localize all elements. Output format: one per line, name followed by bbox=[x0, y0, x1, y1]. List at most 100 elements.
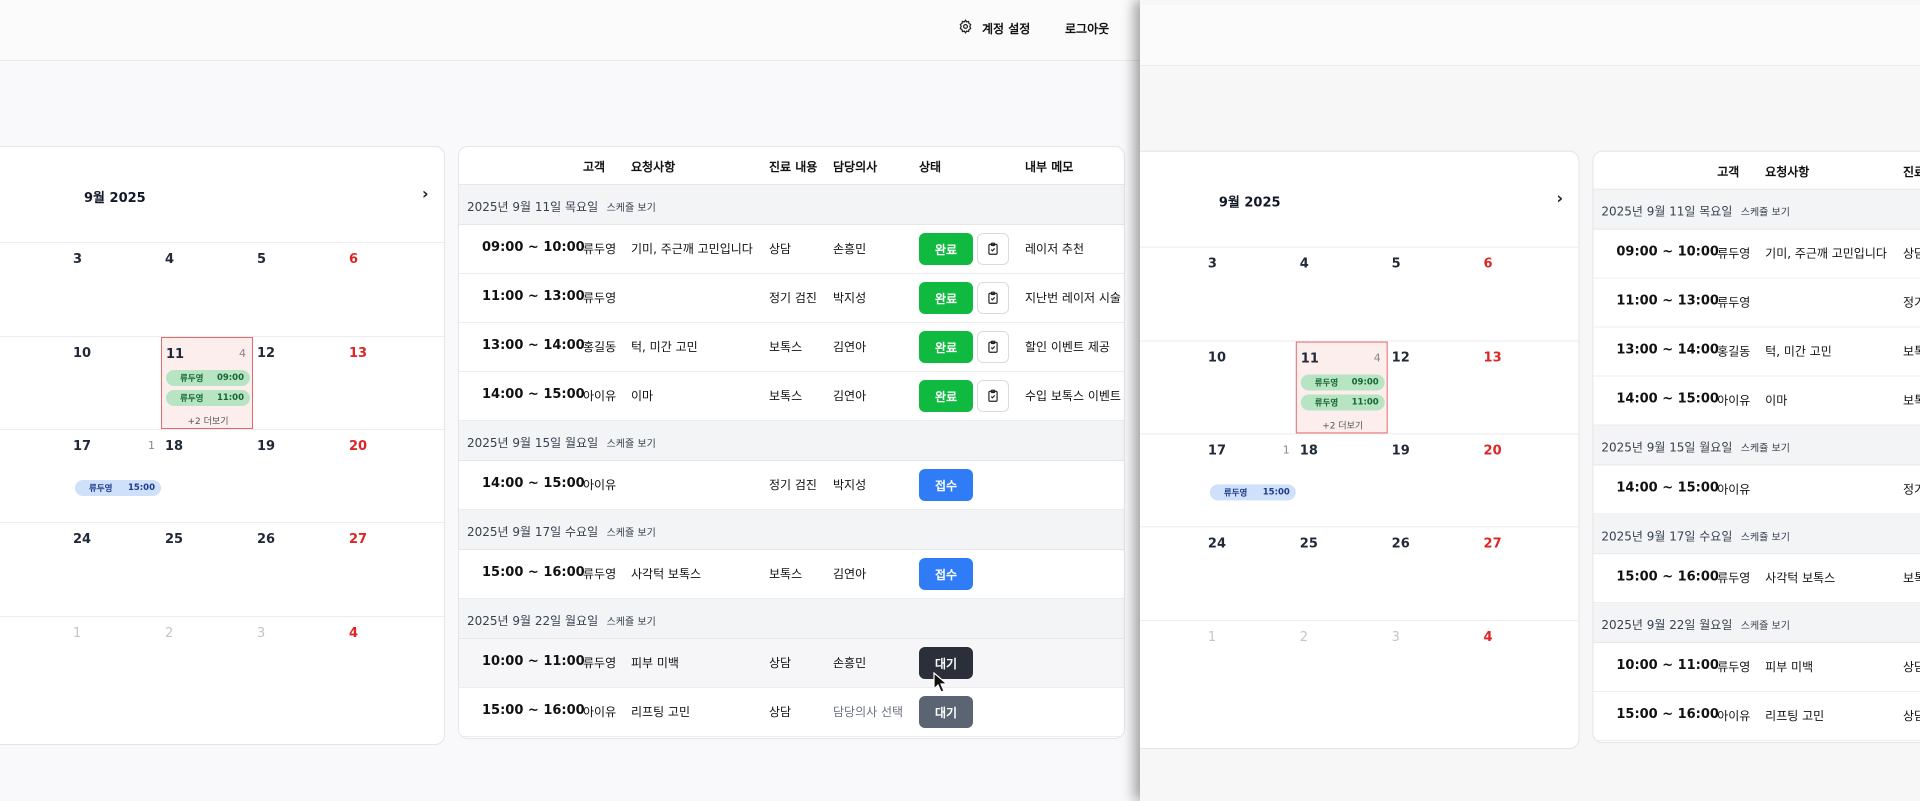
clipboard-icon[interactable] bbox=[977, 331, 1009, 363]
appointment-time: 15:00 ~ 16:00 bbox=[1616, 707, 1719, 723]
view-schedule-link[interactable]: 스케쥴 보기 bbox=[1741, 439, 1790, 454]
appointment-row[interactable]: 11:00 ~ 13:00류두영정기 검진박지성완료지난번 레이저 시술 bbox=[1593, 278, 1920, 328]
calendar-day-cell[interactable]: 4 bbox=[1296, 248, 1388, 341]
calendar-day-cell[interactable]: 3 bbox=[69, 243, 161, 336]
appointment-row[interactable]: 10:00 ~ 11:00류두영피부 미백상담손흥민대기 bbox=[459, 639, 1124, 688]
appointment-row[interactable]: 13:00 ~ 14:00홍길동턱, 미간 고민보톡스김연아완료할인 이벤트 제… bbox=[459, 323, 1124, 372]
calendar-day-cell[interactable]: 11 4 류두영 09:00 류두영 11:00 +2 더보기 bbox=[161, 337, 253, 429]
table-header: 고객 요청사항 진료 내용 담당의사 상태 내부 메모 bbox=[459, 147, 1124, 185]
calendar-day-cell[interactable]: 11 4 류두영 09:00 류두영 11:00 +2 더보기 bbox=[1295, 341, 1388, 434]
calendar-day-cell[interactable]: 26 bbox=[253, 523, 345, 616]
calendar-day-cell[interactable]: 3 bbox=[1388, 621, 1480, 748]
calendar-week-row: 17 1 18 19 20 bbox=[0, 430, 444, 523]
status-button[interactable]: 접수 bbox=[919, 558, 973, 590]
logout-button[interactable]: 로그아웃 bbox=[1065, 19, 1109, 37]
calendar-day-cell[interactable]: 19 bbox=[253, 430, 345, 522]
calendar-day-cell[interactable]: 5 bbox=[1388, 248, 1480, 341]
appointment-row[interactable]: 13:00 ~ 14:00홍길동턱, 미간 고민보톡스김연아완료할인 이벤트 제… bbox=[1593, 327, 1920, 377]
view-schedule-link[interactable]: 스케쥴 보기 bbox=[607, 613, 656, 628]
more-events-link[interactable]: +2 더보기 bbox=[1301, 418, 1385, 431]
view-schedule-link[interactable]: 스케쥴 보기 bbox=[1741, 617, 1790, 632]
calendar-day-cell[interactable]: 10 bbox=[69, 337, 161, 429]
appointment-row[interactable]: 15:00 ~ 16:00아이유리프팅 고민상담담당의사 선택대기 bbox=[459, 688, 1124, 737]
calendar-day-cell[interactable]: 4 bbox=[161, 243, 253, 336]
calendar-day-cell[interactable]: 20 bbox=[345, 430, 437, 522]
calendar-day-cell[interactable]: 12 bbox=[253, 337, 345, 429]
clipboard-icon[interactable] bbox=[977, 233, 1009, 265]
top-bar: 계정 설정 로그아웃 bbox=[0, 0, 1140, 61]
calendar-day-cell[interactable]: 25 bbox=[1296, 527, 1388, 620]
calendar-day-number: 26 bbox=[257, 532, 276, 547]
calendar-day-cell[interactable]: 20 bbox=[1480, 434, 1572, 526]
calendar-day-cell[interactable]: 6 bbox=[1480, 248, 1572, 341]
treatment-text: 정기 검진 bbox=[769, 291, 817, 305]
event-pill[interactable]: 류두영 15:00 bbox=[75, 480, 161, 496]
calendar-day-cell[interactable]: 10 bbox=[1204, 342, 1296, 434]
event-pill[interactable]: 류두영 09:00 bbox=[166, 370, 250, 386]
appointment-row[interactable]: 11:00 ~ 13:00류두영정기 검진박지성완료지난번 레이저 시술 bbox=[459, 274, 1124, 323]
event-pill[interactable]: 류두영 15:00 bbox=[1209, 484, 1296, 501]
calendar-day-cell[interactable]: 2 bbox=[161, 617, 253, 744]
calendar-day-cell[interactable]: 27 bbox=[345, 523, 437, 616]
treatment-text: 상담 bbox=[769, 242, 792, 256]
more-events-link[interactable]: +2 더보기 bbox=[166, 414, 250, 427]
clipboard-icon[interactable] bbox=[977, 380, 1009, 412]
view-schedule-link[interactable]: 스케쥴 보기 bbox=[607, 199, 656, 214]
view-schedule-link[interactable]: 스케쥴 보기 bbox=[1741, 528, 1790, 543]
chevron-right-icon[interactable]: › bbox=[1556, 189, 1563, 208]
calendar-day-cell[interactable]: 17 1 bbox=[1204, 434, 1296, 526]
appointment-row[interactable]: 14:00 ~ 15:00아이유이마보톡스김연아완료수입 보톡스 이벤트 bbox=[459, 372, 1124, 421]
calendar-day-cell[interactable]: 2 bbox=[1296, 621, 1388, 748]
calendar-day-cell[interactable]: 18 bbox=[161, 430, 253, 522]
appointment-row[interactable]: 15:00 ~ 16:00류두영사각턱 보톡스보톡스김연아접수 bbox=[1593, 554, 1920, 604]
calendar-day-cell[interactable]: 18 bbox=[1296, 434, 1388, 526]
calendar-day-cell[interactable]: 4 bbox=[345, 617, 437, 744]
calendar-day-cell[interactable]: 12 bbox=[1388, 342, 1480, 434]
appointment-row[interactable]: 14:00 ~ 15:00아이유정기 검진박지성접수 bbox=[459, 461, 1124, 510]
calendar-day-cell[interactable]: 5 bbox=[253, 243, 345, 336]
calendar-day-cell[interactable]: 19 bbox=[1388, 434, 1480, 526]
status-button[interactable]: 대기 bbox=[919, 696, 973, 728]
calendar-day-cell[interactable]: 1 bbox=[69, 617, 161, 744]
status-button[interactable]: 접수 bbox=[919, 469, 973, 501]
calendar-day-cell[interactable]: 3 bbox=[1204, 248, 1296, 341]
appointment-row[interactable]: 14:00 ~ 15:00아이유이마보톡스김연아완료수입 보톡스 이벤트 bbox=[1593, 376, 1920, 426]
calendar-day-cell[interactable]: 27 bbox=[1480, 527, 1572, 620]
event-pill[interactable]: 류두영 11:00 bbox=[166, 390, 250, 406]
app-view: 계정 설정로그아웃9월 2025›345610114류두영09:00류두영11:… bbox=[1140, 5, 1920, 801]
doctor-select[interactable]: 담당의사 선택 bbox=[833, 703, 903, 720]
calendar-day-cell[interactable]: 3 bbox=[253, 617, 345, 744]
status-button[interactable]: 완료 bbox=[919, 282, 973, 314]
status-button[interactable]: 완료 bbox=[919, 331, 973, 363]
calendar-day-cell[interactable]: 13 bbox=[345, 337, 437, 429]
calendar-day-cell[interactable]: 13 bbox=[1480, 342, 1572, 434]
appointment-time: 14:00 ~ 15:00 bbox=[1616, 391, 1719, 407]
calendar-day-cell[interactable]: 26 bbox=[1388, 527, 1480, 620]
appointment-row[interactable]: 10:00 ~ 11:00류두영피부 미백상담손흥민대기 bbox=[1593, 643, 1920, 693]
view-schedule-link[interactable]: 스케쥴 보기 bbox=[607, 435, 656, 450]
account-settings-button[interactable]: 계정 설정 bbox=[958, 19, 1030, 37]
treatment-text: 상담 bbox=[1903, 660, 1920, 675]
status-button[interactable]: 완료 bbox=[919, 380, 973, 412]
clipboard-icon[interactable] bbox=[977, 282, 1009, 314]
calendar-day-cell[interactable]: 25 bbox=[161, 523, 253, 616]
calendar-day-number: 4 bbox=[1483, 630, 1493, 646]
appointment-row[interactable]: 09:00 ~ 10:00류두영기미, 주근깨 고민입니다상담손흥민완료레이저 … bbox=[459, 225, 1124, 274]
view-schedule-link[interactable]: 스케쥴 보기 bbox=[607, 524, 656, 539]
appointment-row[interactable]: 15:00 ~ 16:00아이유리프팅 고민상담담당의사 선택대기 bbox=[1593, 692, 1920, 742]
calendar-day-cell[interactable]: 4 bbox=[1480, 621, 1572, 748]
appointment-time: 11:00 ~ 13:00 bbox=[482, 289, 585, 304]
calendar-day-cell[interactable]: 6 bbox=[345, 243, 437, 336]
chevron-right-icon[interactable]: › bbox=[422, 184, 429, 203]
status-button[interactable]: 완료 bbox=[919, 233, 973, 265]
calendar-day-cell[interactable]: 17 1 bbox=[69, 430, 161, 522]
calendar-day-cell[interactable]: 24 bbox=[1204, 527, 1296, 620]
event-pill[interactable]: 류두영 09:00 bbox=[1300, 374, 1385, 391]
appointment-row[interactable]: 09:00 ~ 10:00류두영기미, 주근깨 고민입니다상담손흥민완료레이저 … bbox=[1593, 229, 1920, 279]
calendar-day-cell[interactable]: 1 bbox=[1204, 621, 1296, 748]
event-pill[interactable]: 류두영 11:00 bbox=[1300, 394, 1385, 411]
appointment-row[interactable]: 15:00 ~ 16:00류두영사각턱 보톡스보톡스김연아접수 bbox=[459, 550, 1124, 599]
appointment-row[interactable]: 14:00 ~ 15:00아이유정기 검진박지성접수 bbox=[1593, 465, 1920, 515]
calendar-day-cell[interactable]: 24 bbox=[69, 523, 161, 616]
view-schedule-link[interactable]: 스케쥴 보기 bbox=[1741, 204, 1790, 219]
